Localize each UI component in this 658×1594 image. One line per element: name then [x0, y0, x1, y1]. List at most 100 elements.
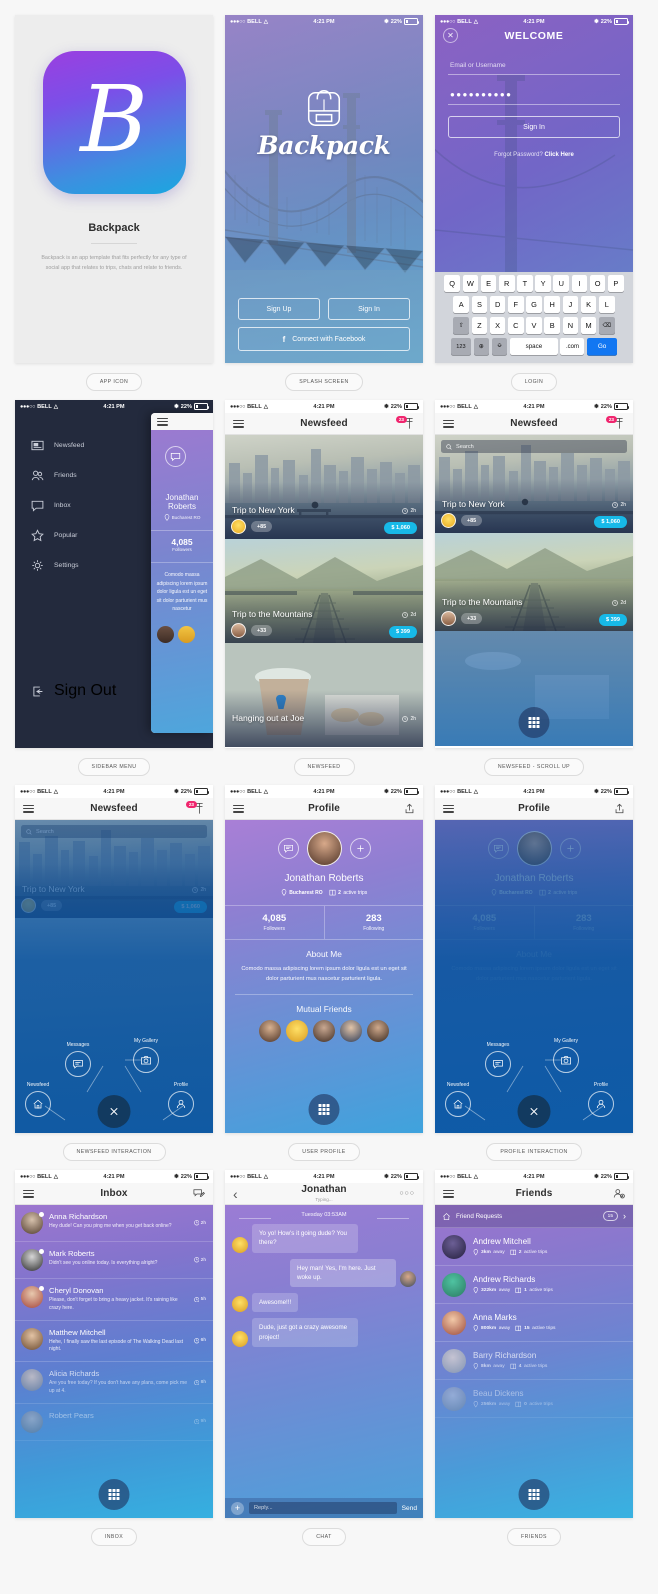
- avatar[interactable]: [232, 1296, 248, 1313]
- avatar[interactable]: [367, 1019, 389, 1042]
- avatar[interactable]: [441, 513, 456, 528]
- card-plus-count[interactable]: +85: [461, 514, 483, 527]
- radial-node-messages[interactable]: Messages: [485, 1042, 511, 1077]
- hamburger-icon[interactable]: [233, 419, 244, 428]
- radial-node-profile[interactable]: Profile: [588, 1082, 614, 1117]
- grid-fab-button[interactable]: [308, 1094, 340, 1125]
- feed-card[interactable]: Search Trip to New York 2h +85 $ 1,060: [435, 435, 633, 533]
- avatar[interactable]: [21, 1285, 44, 1308]
- radial-node-messages[interactable]: Messages: [65, 1042, 91, 1077]
- key-u[interactable]: U: [553, 275, 570, 292]
- radial-interaction-menu[interactable]: Messages My Gallery Newsfeed Profile: [15, 820, 213, 1133]
- password-field[interactable]: ●●●●●●●●●●: [448, 86, 620, 105]
- sign-out-button[interactable]: Sign Out: [31, 682, 116, 700]
- hamburger-icon[interactable]: [233, 804, 244, 813]
- hamburger-icon[interactable]: [443, 804, 454, 813]
- radial-interaction-menu[interactable]: Messages My Gallery Newsfeed Profile: [435, 820, 633, 1133]
- shift-key[interactable]: ⇧: [453, 317, 470, 334]
- list-item[interactable]: Matthew Mitchell Hehe, I finally saw the…: [15, 1321, 213, 1362]
- compose-button[interactable]: [193, 1188, 205, 1199]
- share-button[interactable]: [614, 803, 625, 814]
- add-friend-button[interactable]: [613, 1188, 625, 1199]
- close-icon[interactable]: ✕: [443, 28, 458, 43]
- pin-button[interactable]: 23: [603, 415, 625, 430]
- chevron-right-icon[interactable]: ›: [623, 1211, 626, 1221]
- add-friend-button[interactable]: [349, 838, 371, 859]
- key-a[interactable]: A: [453, 296, 470, 313]
- radial-node-gallery[interactable]: My Gallery: [553, 1038, 579, 1073]
- avatar[interactable]: [313, 1019, 335, 1042]
- sign-in-button[interactable]: Sign In: [448, 116, 620, 138]
- hamburger-icon[interactable]: [23, 1189, 34, 1198]
- key-m[interactable]: M: [580, 317, 597, 334]
- avatar[interactable]: [340, 1019, 362, 1042]
- avatar[interactable]: [259, 1019, 281, 1042]
- on-screen-keyboard[interactable]: Q W E R T Y U I O P A S D F G H J K L ⇧ …: [435, 271, 633, 363]
- app-icon-tile[interactable]: Β: [42, 51, 186, 194]
- list-item[interactable]: Beau Dickens 256km away 0 active trips: [435, 1380, 633, 1418]
- backspace-key[interactable]: ⌫: [598, 317, 615, 334]
- newsfeed-list[interactable]: Trip to New York 2h +85 $ 1,060 Trip to …: [225, 435, 423, 748]
- avatar[interactable]: [232, 1236, 248, 1253]
- key-d[interactable]: D: [489, 296, 506, 313]
- hamburger-icon[interactable]: [23, 804, 34, 813]
- email-field[interactable]: Email or Username: [448, 58, 620, 75]
- avatar[interactable]: [21, 1369, 43, 1391]
- hamburger-icon[interactable]: [443, 1189, 454, 1198]
- key-e[interactable]: E: [480, 275, 497, 292]
- globe-icon[interactable]: ⊕: [473, 338, 490, 355]
- close-radial-button[interactable]: [517, 1095, 551, 1128]
- key-i[interactable]: I: [571, 275, 588, 292]
- key-z[interactable]: Z: [471, 317, 488, 334]
- avatar[interactable]: [442, 1272, 466, 1297]
- key-y[interactable]: Y: [535, 275, 551, 292]
- key-x[interactable]: X: [489, 317, 506, 334]
- mic-icon[interactable]: ⎉: [491, 338, 508, 355]
- sign-in-button[interactable]: Sign In: [328, 298, 410, 320]
- key-j[interactable]: J: [562, 296, 579, 313]
- newsfeed-list[interactable]: Search Trip to New York 2h +85 $ 1,060: [15, 820, 213, 1133]
- avatar[interactable]: [400, 1271, 416, 1288]
- message-icon[interactable]: [165, 446, 186, 467]
- card-plus-count[interactable]: +33: [461, 612, 483, 625]
- avatar[interactable]: [157, 625, 174, 643]
- dotcom-key[interactable]: .com: [560, 338, 585, 355]
- key-t[interactable]: T: [517, 275, 533, 292]
- following-stat[interactable]: 283 Following: [323, 906, 424, 939]
- card-plus-count[interactable]: +85: [251, 520, 273, 533]
- key-c[interactable]: C: [508, 317, 524, 334]
- key-k[interactable]: K: [580, 296, 597, 313]
- key-s[interactable]: S: [471, 296, 488, 313]
- feed-card[interactable]: Trip to the Mountains 2d +33 $ 399: [435, 533, 633, 631]
- chat-input-bar[interactable]: + Reply... Send: [225, 1498, 423, 1518]
- grid-fab-button[interactable]: [518, 1479, 550, 1510]
- avatar[interactable]: [178, 625, 195, 643]
- message-icon[interactable]: [277, 838, 299, 859]
- key-f[interactable]: F: [508, 296, 524, 313]
- avatar[interactable]: [442, 1348, 466, 1373]
- search-input[interactable]: Search: [441, 440, 627, 453]
- reply-input[interactable]: Reply...: [249, 1502, 397, 1514]
- share-button[interactable]: [404, 803, 415, 814]
- close-radial-button[interactable]: [97, 1095, 131, 1128]
- facebook-connect-button[interactable]: f Connect with Facebook: [238, 327, 410, 351]
- list-item[interactable]: Cheryl Donovan Please, don't forget to b…: [15, 1279, 213, 1321]
- list-item[interactable]: Anna Marks 800km away 15 active trips: [435, 1304, 633, 1342]
- add-attachment-icon[interactable]: +: [231, 1501, 244, 1515]
- key-h[interactable]: H: [544, 296, 560, 313]
- more-options-button[interactable]: ○○○: [399, 1190, 415, 1197]
- list-item[interactable]: Andrew Mitchell 3km away 2 active trips: [435, 1228, 633, 1266]
- sign-up-button[interactable]: Sign Up: [238, 298, 320, 320]
- peek-profile-panel[interactable]: Jonathan Roberts Bucharest RO 4,085 Foll…: [151, 413, 213, 733]
- inbox-list[interactable]: Anna Richardson Hey dude! Can you ping m…: [15, 1205, 213, 1518]
- pin-button[interactable]: 23: [393, 415, 415, 430]
- forgot-link[interactable]: Click Here: [545, 152, 574, 158]
- key-l[interactable]: L: [598, 296, 615, 313]
- key-g[interactable]: G: [526, 296, 542, 313]
- hamburger-icon[interactable]: [157, 417, 168, 426]
- feed-card[interactable]: Hanging out at Joe 2h: [225, 643, 423, 747]
- pin-button[interactable]: 23: [183, 800, 205, 815]
- back-button[interactable]: ‹: [233, 1187, 238, 1201]
- grid-fab-button[interactable]: [518, 707, 550, 738]
- avatar[interactable]: [231, 623, 246, 638]
